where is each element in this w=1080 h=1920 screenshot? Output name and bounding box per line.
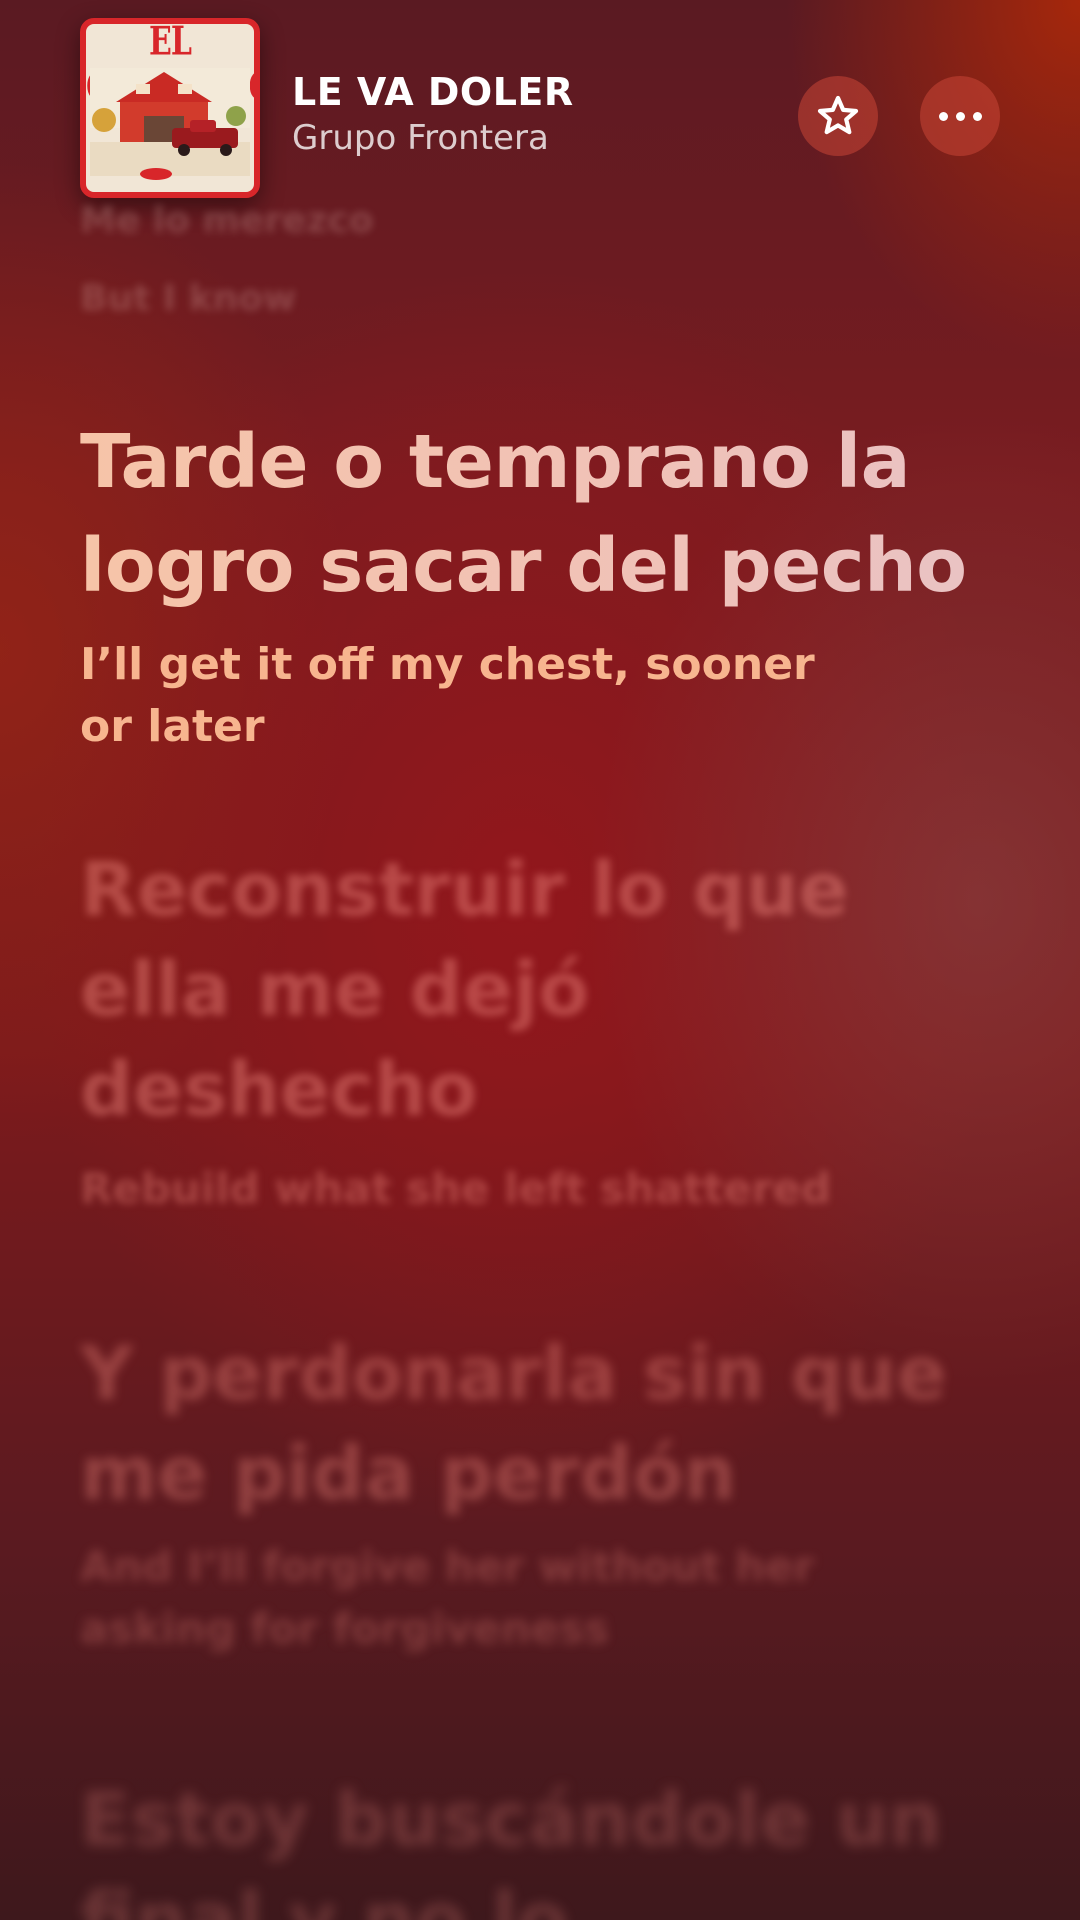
lyric-line-active[interactable]: Tarde o temprano la logro sacar del pech… <box>80 410 1040 618</box>
lyric-translation-active: I’ll get it off my chest, sooner or late… <box>80 639 815 752</box>
lyric-line-upcoming[interactable]: Y perdonarla sin que me pida perdón <box>80 1324 980 1524</box>
favorite-button[interactable] <box>798 76 878 156</box>
track-title: LE VA DOLER <box>292 70 574 114</box>
now-playing-header: EL COMIENZO LE VA DOLER Grupo Front <box>80 18 1000 198</box>
album-art[interactable]: EL COMIENZO <box>80 18 260 198</box>
star-icon <box>817 95 859 135</box>
lyric-line-previous[interactable]: But I know <box>80 278 1020 319</box>
lyric-translation-upcoming: And I’ll forgive her without her asking … <box>80 1542 815 1653</box>
lyric-translation-upcoming: Rebuild what she left shattered <box>80 1164 832 1213</box>
lyric-line-upcoming[interactable]: Reconstruir lo que ella me dejó deshecho <box>80 840 860 1140</box>
lyric-line-previous[interactable]: Me lo merezco <box>80 200 1020 241</box>
more-options-button[interactable] <box>920 76 1000 156</box>
track-artist[interactable]: Grupo Frontera <box>292 118 549 158</box>
lyric-line-upcoming[interactable]: Estoy buscándole un final y no lo <box>80 1770 980 1920</box>
album-art-illustration <box>90 68 250 180</box>
more-icon <box>938 111 982 121</box>
